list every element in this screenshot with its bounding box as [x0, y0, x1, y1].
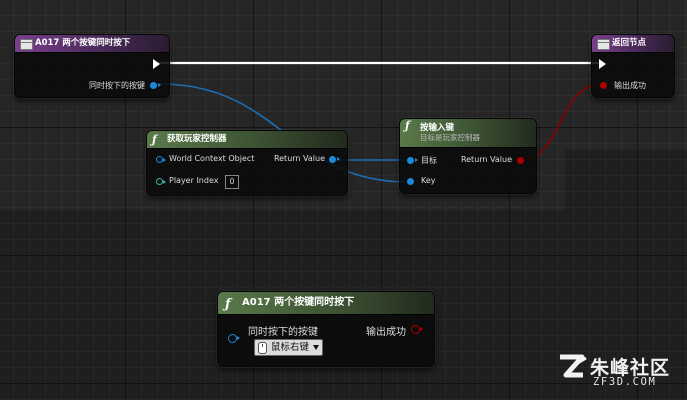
watermark-domain: ZF3D.COM [593, 376, 657, 388]
pressed-keys-label: 同时按下的按键 [89, 81, 145, 90]
call-pressed-keys-label: 同时按下的按键 [248, 327, 318, 338]
function-f-icon: ƒ [405, 119, 410, 132]
target-label: 目标 [421, 156, 437, 165]
input-key-header[interactable]: ƒ 按输入键 目标是玩家控制器 [400, 119, 536, 148]
call-output-label: 输出成功 [366, 327, 406, 338]
mouse-icon [258, 342, 267, 354]
key-pin[interactable] [407, 178, 414, 185]
output-success-pin[interactable] [600, 82, 607, 89]
event-icon [597, 39, 610, 50]
player-index-label: Player Index [169, 176, 219, 185]
entry-node-title: A017 两个按键同时按下 [35, 38, 131, 48]
event-icon [20, 39, 33, 50]
key-label: Key [421, 176, 436, 185]
input-key-node[interactable]: ƒ 按输入键 目标是玩家控制器 目标 Return Value Key [399, 118, 537, 194]
player-index-input[interactable]: 0 [225, 175, 239, 189]
world-context-label: World Context Object [169, 154, 255, 163]
zf3d-logo-icon [560, 354, 587, 378]
return-node-header[interactable]: 返回节点 [592, 35, 674, 53]
exec-output-pin[interactable] [153, 59, 160, 69]
return-node[interactable]: 返回节点 输出成功 [591, 34, 675, 98]
return-value-label: Return Value [273, 154, 325, 163]
call-output-pin[interactable] [411, 325, 423, 334]
key-select-value: 鼠标右键 [271, 342, 310, 353]
input-key-return-pin[interactable] [517, 157, 524, 164]
function-f-icon: ƒ [152, 133, 157, 146]
world-context-pin[interactable] [156, 156, 166, 163]
chevron-down-icon [313, 345, 320, 350]
entry-node[interactable]: A017 两个按键同时按下 同时按下的按键 [14, 34, 170, 98]
exec-input-pin[interactable] [599, 59, 606, 69]
input-key-subtitle: 目标是玩家控制器 [420, 133, 480, 142]
watermark-logo: 朱峰社区 ZF3D.COM [556, 349, 680, 393]
pressed-keys-pin[interactable] [150, 82, 161, 89]
output-success-label: 输出成功 [614, 81, 646, 90]
function-f-icon: ƒ [225, 297, 231, 312]
function-call-node[interactable]: ƒ A017 两个按键同时按下 同时按下的按键 输出成功 鼠标右键 [217, 291, 435, 367]
call-pressed-keys-pin[interactable] [228, 334, 240, 343]
function-call-header[interactable]: ƒ A017 两个按键同时按下 [218, 292, 434, 315]
key-select-dropdown[interactable]: 鼠标右键 [254, 339, 324, 356]
target-pin[interactable] [407, 157, 418, 164]
input-key-return-label: Return Value [460, 155, 512, 164]
get-player-controller-title: 获取玩家控制器 [167, 134, 227, 144]
return-value-pin[interactable] [329, 156, 340, 163]
player-index-pin[interactable] [156, 178, 166, 185]
return-node-title: 返回节点 [612, 38, 647, 48]
function-call-title: A017 两个按键同时按下 [242, 297, 355, 308]
get-player-controller-header[interactable]: ƒ 获取玩家控制器 [147, 131, 347, 149]
get-player-controller-node[interactable]: ƒ 获取玩家控制器 World Context Object Return Va… [146, 130, 348, 196]
input-key-title: 按输入键 [420, 123, 455, 133]
entry-node-header[interactable]: A017 两个按键同时按下 [15, 35, 169, 53]
